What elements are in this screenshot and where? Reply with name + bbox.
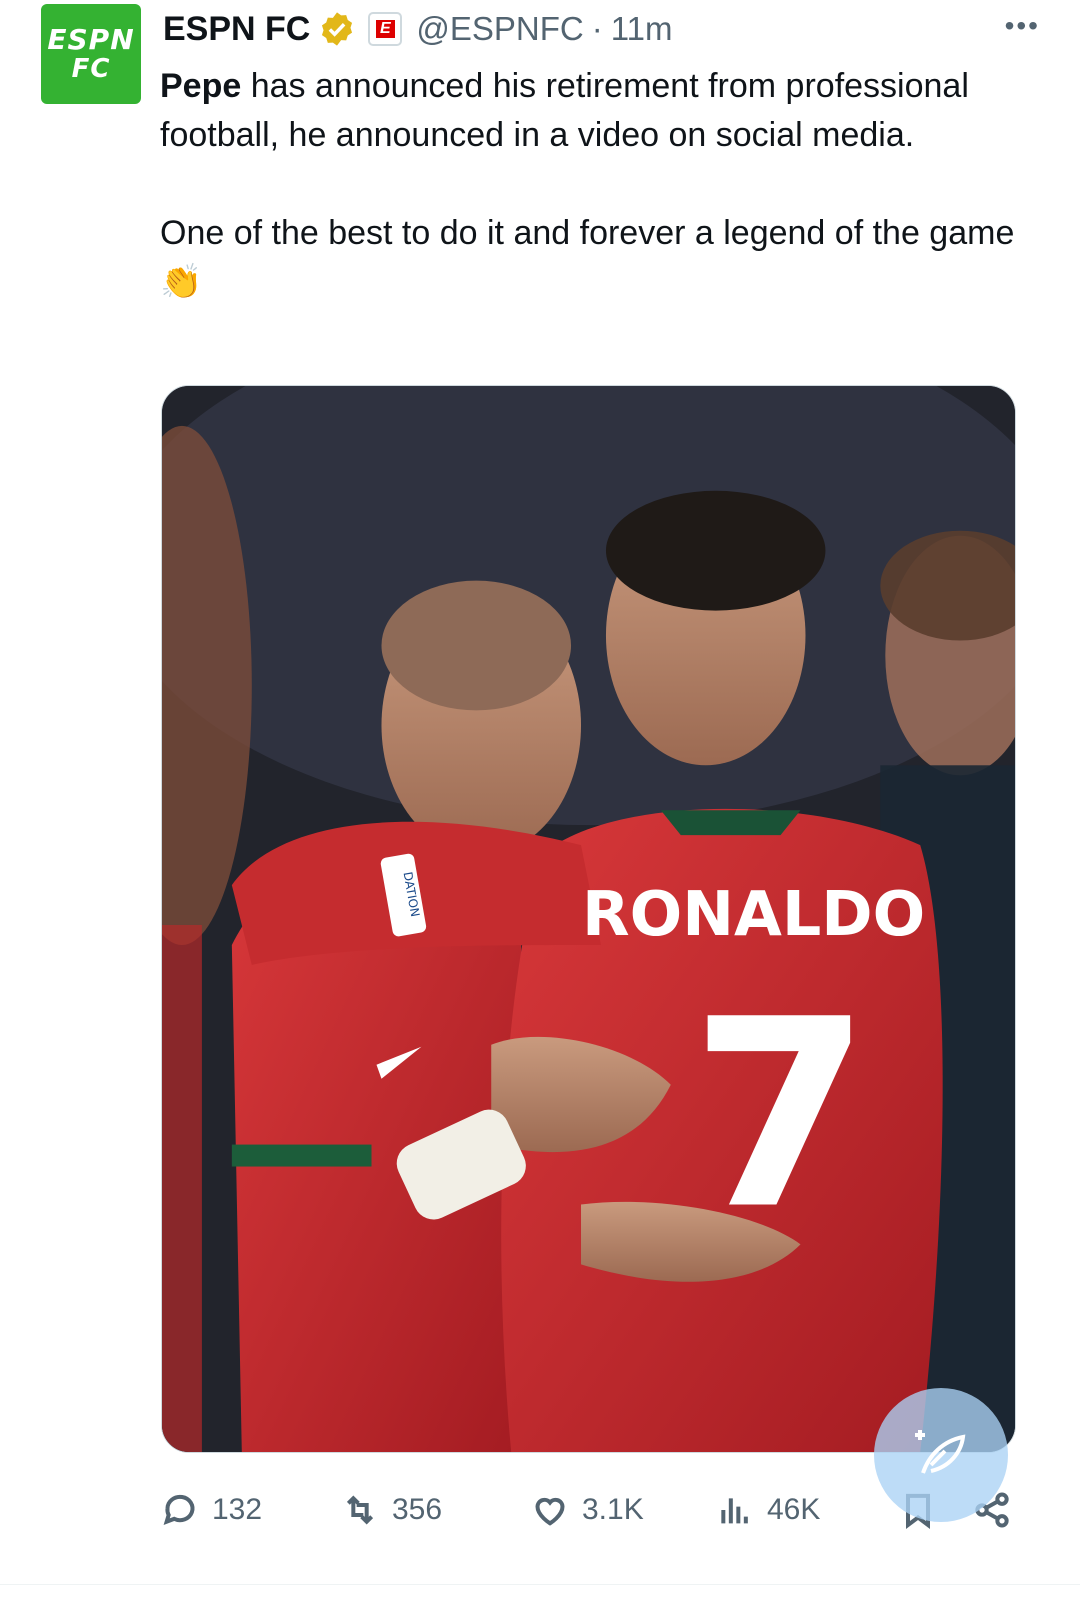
verified-badge-icon — [322, 12, 353, 46]
display-name[interactable]: ESPN FC — [163, 10, 310, 49]
compose-post-button[interactable] — [874, 1388, 1008, 1522]
espn-affiliate-icon[interactable]: E — [368, 12, 403, 46]
views-button[interactable]: 46K — [715, 1478, 820, 1542]
tweet-header: ESPN FC E @ESPNFC · 11m — [163, 4, 672, 54]
avatar-line2: FC — [71, 54, 111, 84]
views-count: 46K — [767, 1493, 821, 1526]
photo-illustration: RONALDO 7 DATION — [162, 386, 1015, 1452]
affiliate-badge-text: E — [376, 20, 395, 38]
more-options-icon[interactable]: ••• — [1005, 10, 1040, 42]
like-count: 3.1K — [582, 1493, 644, 1526]
reply-count: 132 — [212, 1493, 263, 1526]
compose-feather-icon — [915, 1430, 966, 1474]
espn-fc-avatar[interactable]: ESPN FC — [41, 4, 141, 104]
handle[interactable]: @ESPNFC — [416, 10, 583, 48]
views-icon — [721, 1498, 748, 1524]
jersey-name-text: RONALDO — [582, 878, 925, 950]
tweet-paragraph-1: Pepe has announced his retirement from p… — [160, 62, 1020, 160]
tweet-text: Pepe has announced his retirement from p… — [160, 62, 1020, 307]
mention-pepe: Pepe — [160, 67, 242, 105]
repost-icon — [346, 1495, 374, 1525]
tweet-paragraph-2: One of the best to do it and forever a l… — [160, 214, 1015, 301]
repost-button[interactable]: 356 — [340, 1478, 442, 1542]
tweet-line1-rest: has announced his retirement from profes… — [160, 67, 969, 154]
avatar-line1: ESPN — [47, 23, 135, 56]
divider — [0, 1584, 1080, 1585]
reply-icon — [163, 1494, 195, 1525]
like-button[interactable]: 3.1K — [530, 1478, 644, 1542]
repost-count: 356 — [392, 1493, 443, 1526]
jersey-number-text: 7 — [690, 964, 870, 1266]
timestamp[interactable]: 11m — [611, 10, 673, 48]
reply-button[interactable]: 132 — [160, 1478, 262, 1542]
separator: · — [591, 10, 603, 47]
tweet-photo[interactable]: RONALDO 7 DATION — [161, 385, 1016, 1453]
heart-icon — [535, 1497, 565, 1526]
